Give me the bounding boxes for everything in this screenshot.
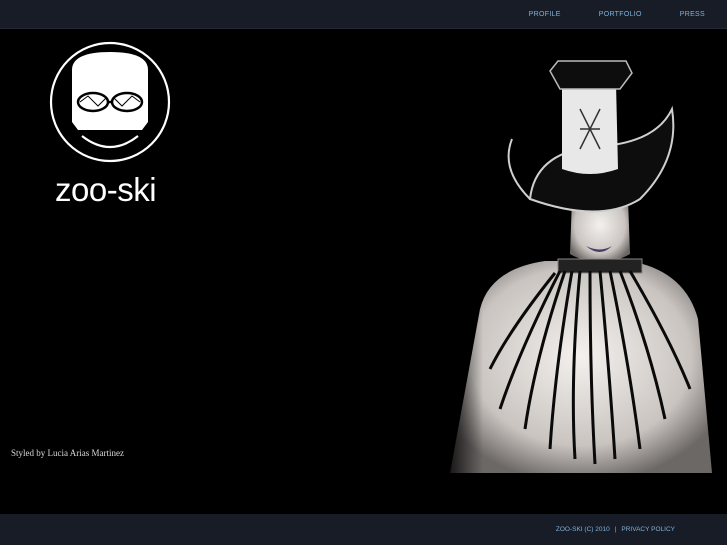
zoo-ski-logo-icon[interactable] bbox=[48, 40, 172, 164]
top-navigation-bar: PROFILE PORTFOLIO PRESS bbox=[0, 0, 727, 29]
stylist-credit: Styled by Lucia Arias Martinez bbox=[11, 448, 124, 458]
hero-stage: zoo-ski Styled by Lucia Arias Martinez bbox=[0, 29, 727, 514]
brand-wordmark: zoo-ski bbox=[55, 171, 157, 208]
model-hat-photo bbox=[440, 49, 727, 473]
footer-bar: ZOO-SKI (C) 2010 | PRIVACY POLICY bbox=[0, 514, 727, 545]
nav-profile-link[interactable]: PROFILE bbox=[529, 11, 561, 18]
nav-press-link[interactable]: PRESS bbox=[680, 11, 705, 18]
footer-links: ZOO-SKI (C) 2010 | PRIVACY POLICY bbox=[556, 514, 675, 545]
main-nav: PROFILE PORTFOLIO PRESS bbox=[491, 0, 705, 28]
nav-portfolio-link[interactable]: PORTFOLIO bbox=[599, 11, 642, 18]
footer-separator: | bbox=[614, 526, 617, 533]
privacy-policy-link[interactable]: PRIVACY POLICY bbox=[621, 526, 675, 533]
copyright-text: ZOO-SKI (C) 2010 bbox=[555, 526, 610, 533]
